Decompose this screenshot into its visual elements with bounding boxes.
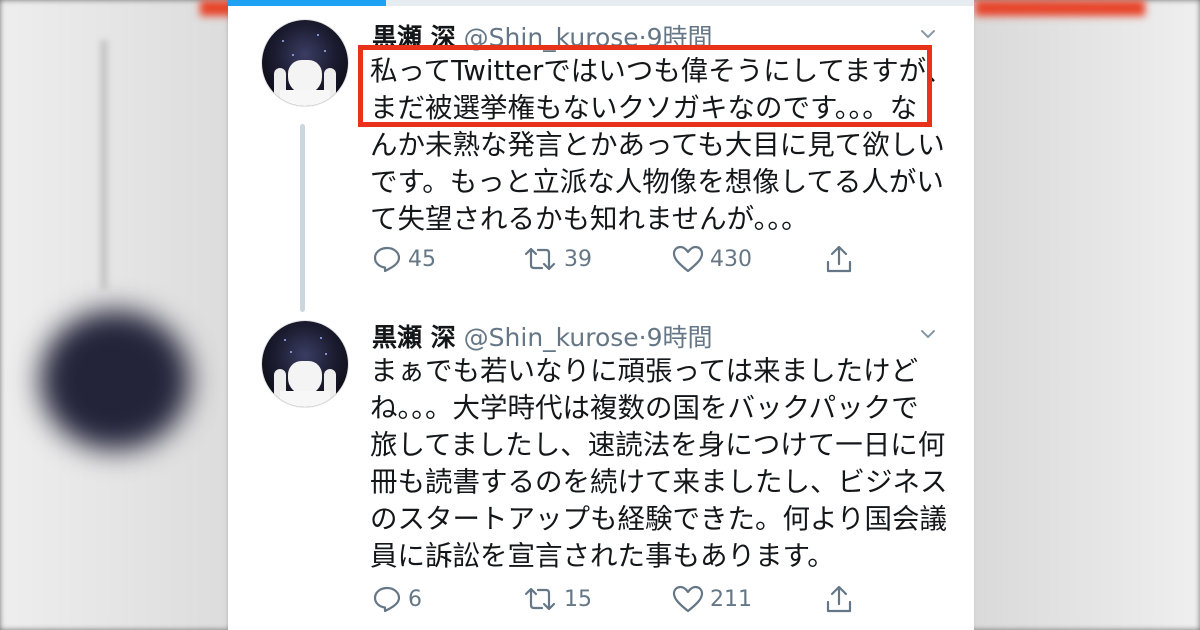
avatar[interactable]	[262, 20, 348, 106]
tweet-actions: 6 15 211	[372, 584, 872, 620]
like-count: 211	[710, 586, 752, 612]
retweet-icon	[524, 247, 556, 271]
share-icon	[826, 245, 852, 273]
handle[interactable]: @Shin_kurose	[464, 323, 639, 352]
tweet-text-line: 冊も読書するのを続けて来ましたし、ビジネス	[370, 466, 948, 498]
retweet-icon	[524, 587, 556, 611]
tweet-header: 黒瀬 深 @Shin_kurose·9時間	[372, 318, 713, 354]
retweet-button[interactable]: 39	[522, 244, 592, 274]
tweet-text-line: のスタートアップも経験できた。何より国会議	[370, 503, 947, 535]
share-button[interactable]	[824, 584, 854, 614]
highlight-box	[358, 45, 932, 127]
share-icon	[826, 585, 852, 613]
retweet-count: 15	[564, 586, 592, 612]
background-avatar-blur	[40, 310, 190, 450]
tweet-text-line: て失望されるかも知れませんが。。。	[370, 203, 809, 235]
tweet-text-line: んか未熟な発言とかあっても大目に見て欲しい	[370, 129, 945, 161]
reply-icon	[373, 586, 401, 613]
like-button[interactable]: 211	[672, 584, 752, 614]
background-red-strip	[975, 0, 1145, 16]
tweet-text: まぁでも若いなりに頑張っては来ましたけど ね。。。大学時代は複数の国をバックパッ…	[370, 353, 948, 575]
retweet-count: 39	[564, 246, 592, 272]
tweet-actions: 45 39 430	[372, 244, 872, 280]
tweet-text-line: ね。。。大学時代は複数の国をバックパックで	[370, 392, 919, 424]
tweet-text-line: まぁでも若いなりに頑張っては来ましたけど	[370, 355, 919, 387]
active-tab-indicator	[228, 0, 386, 6]
background-thread-line	[100, 40, 108, 290]
thread-connector-line	[300, 124, 305, 312]
reply-count: 45	[408, 246, 436, 272]
chevron-down-icon[interactable]	[920, 26, 936, 42]
tweet-text-line: 旅してましたし、速読法を身につけて一日に何	[370, 429, 946, 461]
like-button[interactable]: 430	[672, 244, 752, 274]
tweet-text-line: です。もっと立派な人物像を想像してる人がい	[370, 166, 944, 198]
like-icon	[672, 585, 704, 613]
avatar[interactable]	[262, 321, 348, 407]
reply-button[interactable]: 6	[372, 584, 422, 614]
background-right-panel	[970, 0, 1200, 630]
reply-icon	[373, 246, 401, 273]
like-count: 430	[710, 246, 752, 272]
chevron-down-icon[interactable]	[920, 326, 936, 342]
separator-dot: ·	[638, 323, 647, 352]
reply-count: 6	[408, 586, 422, 612]
reply-button[interactable]: 45	[372, 244, 436, 274]
retweet-button[interactable]: 15	[522, 584, 592, 614]
like-icon	[672, 245, 704, 273]
display-name[interactable]: 黒瀬 深	[372, 323, 456, 352]
timestamp[interactable]: 9時間	[647, 323, 713, 352]
share-button[interactable]	[824, 244, 854, 274]
tweet-text-line: 員に訴訟を宣言された事もあります。	[370, 540, 835, 572]
